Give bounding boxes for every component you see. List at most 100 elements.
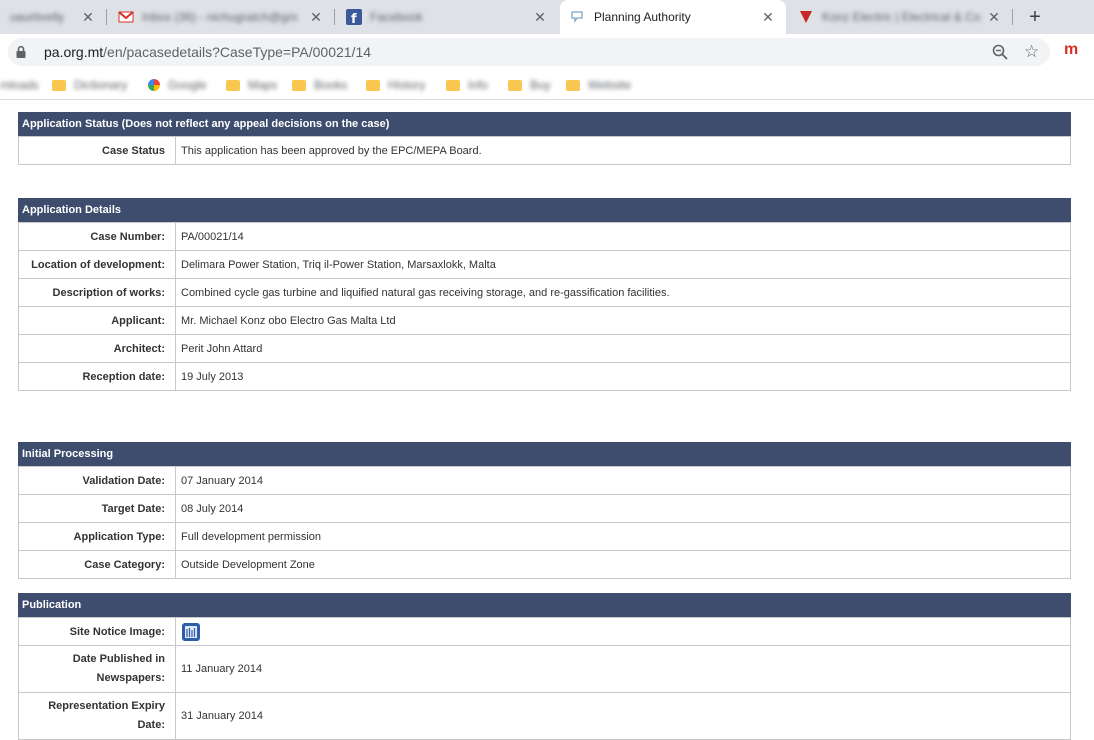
- tab-1[interactable]: uaurtivelly ✕: [0, 0, 106, 34]
- table-row: Representation Expiry Date: 31 January 2…: [18, 692, 1071, 740]
- publication-section: Publication Site Notice Image: Date Publ…: [18, 593, 1071, 740]
- extension-m-icon[interactable]: m: [1064, 41, 1078, 59]
- planning-authority-icon: [571, 11, 583, 24]
- description-value: Combined cycle gas turbine and liquified…: [175, 278, 1071, 307]
- details-header: Application Details: [18, 198, 1071, 222]
- table-row: Application Type: Full development permi…: [18, 522, 1071, 551]
- applicant-value: Mr. Michael Konz obo Electro Gas Malta L…: [175, 306, 1071, 335]
- table-row: Applicant: Mr. Michael Konz obo Electro …: [18, 306, 1071, 335]
- table-row: Date Published in Newspapers: 11 January…: [18, 645, 1071, 693]
- bookmark-label: mloads: [0, 78, 39, 92]
- case-number-value: PA/00021/14: [175, 222, 1071, 251]
- browser-toolbar: pa.org.mt/en/pacasedetails?CaseType=PA/0…: [0, 34, 1094, 70]
- tab-2[interactable]: Inbox (36) - nichugratch@gm ✕: [108, 0, 334, 34]
- tab-2-close-icon[interactable]: ✕: [308, 9, 324, 25]
- svg-text:f: f: [351, 12, 357, 25]
- tab-3-close-icon[interactable]: ✕: [532, 9, 548, 25]
- table-row: Case Number: PA/00021/14: [18, 222, 1071, 251]
- status-header: Application Status (Does not reflect any…: [18, 112, 1071, 136]
- site-notice-cell: [175, 617, 1071, 646]
- target-date-label: Target Date:: [18, 494, 176, 523]
- table-row: Location of development: Delimara Power …: [18, 250, 1071, 279]
- publication-header: Publication: [18, 593, 1071, 617]
- applicant-label: Applicant:: [18, 306, 176, 335]
- case-status-value: This application has been approved by th…: [175, 136, 1071, 165]
- facebook-icon: f: [346, 9, 362, 25]
- tab-5-label: Konz Electric | Electrical & Co: [822, 10, 981, 24]
- site-notice-image-icon[interactable]: [181, 622, 201, 642]
- url-host: pa.org.mt: [44, 44, 104, 60]
- bookmark-label: Info: [468, 78, 489, 92]
- folder-icon: [292, 79, 306, 91]
- table-row: Target Date: 08 July 2014: [18, 494, 1071, 523]
- url-path: /en/pacasedetails?CaseType=PA/00021/14: [103, 44, 372, 60]
- application-type-label: Application Type:: [18, 522, 176, 551]
- url-text[interactable]: pa.org.mt/en/pacasedetails?CaseType=PA/0…: [44, 44, 371, 60]
- processing-table: Validation Date: 07 January 2014 Target …: [18, 466, 1071, 579]
- bookmark-item[interactable]: mloads: [0, 76, 39, 94]
- tab-strip: uaurtivelly ✕ Inbox (36) - nichugratch@g…: [0, 0, 1094, 34]
- table-row: Case Category: Outside Development Zone: [18, 550, 1071, 579]
- bookmark-label: Books: [314, 78, 348, 92]
- address-bar[interactable]: pa.org.mt/en/pacasedetails?CaseType=PA/0…: [8, 38, 1050, 66]
- folder-icon: [366, 79, 380, 91]
- bookmarks-bar: mloads Dictionary Google Maps Books Hist…: [0, 70, 1094, 100]
- tab-planning-authority-close-icon[interactable]: ✕: [760, 9, 776, 25]
- status-table: Case Status This application has been ap…: [18, 136, 1071, 165]
- bookmark-item[interactable]: History: [366, 76, 425, 94]
- publication-table: Site Notice Image: Date Published in New…: [18, 617, 1071, 740]
- bookmark-label: Maps: [248, 78, 278, 92]
- site-notice-label: Site Notice Image:: [18, 617, 176, 646]
- new-tab-plus-icon[interactable]: +: [1024, 6, 1046, 28]
- bookmark-star-icon[interactable]: ☆: [1024, 42, 1039, 62]
- tab-1-label: uaurtivelly: [10, 10, 65, 24]
- target-date-value: 08 July 2014: [175, 494, 1071, 523]
- folder-icon: [226, 79, 240, 91]
- reception-date-label: Reception date:: [18, 362, 176, 391]
- details-section: Application Details Case Number: PA/0002…: [18, 198, 1071, 391]
- konz-icon: [800, 11, 812, 23]
- status-section: Application Status (Does not reflect any…: [18, 112, 1071, 165]
- processing-section: Initial Processing Validation Date: 07 J…: [18, 442, 1071, 579]
- folder-icon: [446, 79, 460, 91]
- tab-2-label: Inbox (36) - nichugratch@gm: [142, 10, 298, 24]
- newspapers-label: Date Published in Newspapers:: [18, 645, 176, 693]
- tab-planning-authority[interactable]: Planning Authority ✕: [560, 0, 786, 34]
- table-row: Architect: Perit John Attard: [18, 334, 1071, 363]
- table-row: Description of works: Combined cycle gas…: [18, 278, 1071, 307]
- application-type-value: Full development permission: [175, 522, 1071, 551]
- bookmark-label: Website: [588, 78, 632, 92]
- bookmark-item[interactable]: Maps: [226, 76, 277, 94]
- case-status-label: Case Status: [18, 136, 176, 165]
- tab-3[interactable]: f Facebook ✕: [336, 0, 558, 34]
- table-row: Reception date: 19 July 2013: [18, 362, 1071, 391]
- bookmark-item[interactable]: Books: [292, 76, 347, 94]
- lock-icon[interactable]: [14, 45, 28, 59]
- folder-icon: [52, 79, 66, 91]
- tab-separator: [1012, 9, 1013, 25]
- bookmark-label: Buy: [530, 78, 551, 92]
- bookmark-item[interactable]: Google: [148, 76, 207, 94]
- bookmark-item[interactable]: Info: [446, 76, 488, 94]
- validation-date-value: 07 January 2014: [175, 466, 1071, 495]
- tab-5-close-icon[interactable]: ✕: [986, 9, 1002, 25]
- location-label: Location of development:: [18, 250, 176, 279]
- processing-header: Initial Processing: [18, 442, 1071, 466]
- architect-value: Perit John Attard: [175, 334, 1071, 363]
- bookmark-item[interactable]: Website: [566, 76, 631, 94]
- zoom-out-icon[interactable]: [992, 44, 1008, 60]
- tab-planning-authority-label: Planning Authority: [594, 10, 691, 24]
- case-category-label: Case Category:: [18, 550, 176, 579]
- table-row: Site Notice Image:: [18, 617, 1071, 646]
- bookmark-label: Dictionary: [74, 78, 128, 92]
- bookmark-item[interactable]: Buy: [508, 76, 551, 94]
- folder-icon: [508, 79, 522, 91]
- tab-1-close-icon[interactable]: ✕: [80, 9, 96, 25]
- tab-3-label: Facebook: [370, 10, 423, 24]
- folder-icon: [566, 79, 580, 91]
- tab-separator: [334, 9, 335, 25]
- tab-5[interactable]: Konz Electric | Electrical & Co ✕: [788, 0, 1012, 34]
- reception-date-value: 19 July 2013: [175, 362, 1071, 391]
- google-icon: [148, 79, 160, 91]
- bookmark-item[interactable]: Dictionary: [52, 76, 127, 94]
